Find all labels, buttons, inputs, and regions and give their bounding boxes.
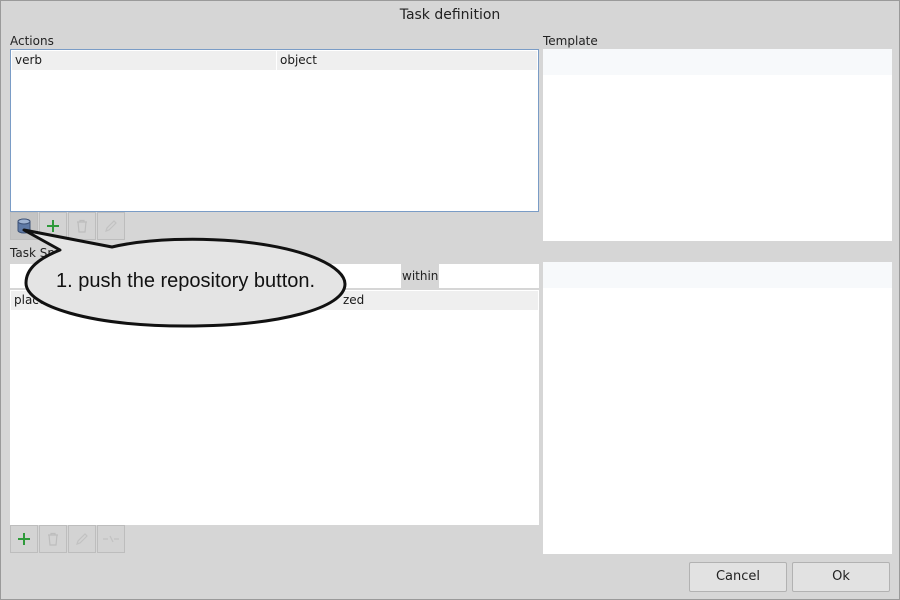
callout-text: 1. push the repository button.: [56, 270, 316, 292]
callout-balloon: [22, 228, 347, 328]
